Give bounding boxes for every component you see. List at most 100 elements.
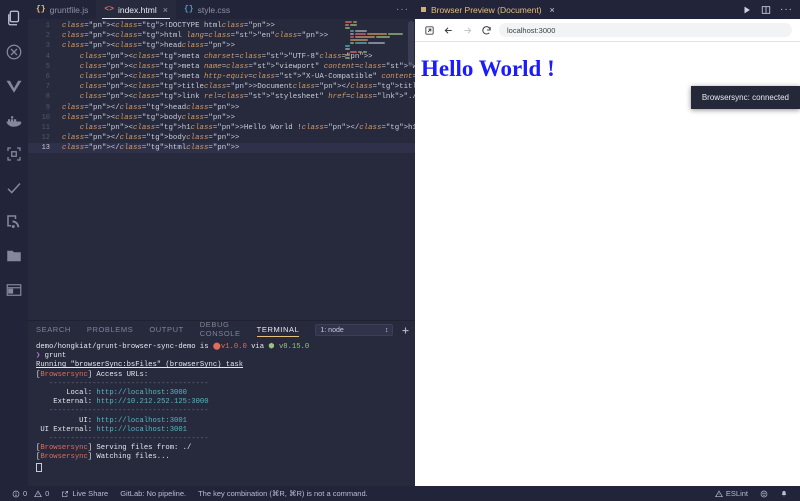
terminal-text: ] Watching files... [87,453,170,462]
terminal-text: http://10.212.252.125:3000 [96,398,209,407]
status-message: The key combination (⌘R, ⌘R) is not a co… [198,489,368,498]
code-line[interactable]: 12 class="pn"></class="tg">bodyclass="pn"… [28,133,415,143]
minimap-line [345,30,405,32]
browser-preview-panel: Browser Preview (Document) × ··· localho… [415,0,800,486]
minimap-line [345,48,405,50]
line-number: 1 [45,22,50,30]
line-number: 4 [45,52,50,61]
code-line[interactable]: 5 class="pn"><class="tg">meta name=class… [28,62,415,72]
terminal-text: http://localhost:3001 [96,425,187,434]
editor-scrollbar[interactable] [408,21,414,67]
status-eslint[interactable]: ESLint [709,489,754,498]
code-line[interactable]: 11 class="pn"><class="tg">h1class="pn">>… [28,123,415,133]
minimap-line [345,24,405,26]
docker-icon[interactable] [5,110,24,129]
minimap-line [345,57,405,59]
error-icon [12,490,20,498]
vscode-window: {} gruntfile.js <> index.html × {} style… [0,0,800,501]
panel-tab-output[interactable]: OUTPUT [149,325,183,336]
smiley-icon [760,490,768,498]
panel-tab-debug-console[interactable]: DEBUG CONSOLE [200,320,241,340]
todo-check-icon[interactable] [5,178,24,197]
panel-tab-search[interactable]: SEARCH [36,325,71,336]
tab-label: gruntfile.js [49,4,89,15]
tab-gruntfile-js[interactable]: {} gruntfile.js [28,0,96,19]
terminal-text: Browsersync [40,453,88,462]
terminal-output[interactable]: demo/hongkiat/grunt-browser-sync-demo is… [28,339,415,486]
preview-tab-bar: Browser Preview (Document) × ··· [415,0,800,19]
terminal-line: UI: http://localhost:3001 [36,417,407,426]
editor-tab-bar: {} gruntfile.js <> index.html × {} style… [28,0,415,19]
eslint-label: ESLint [725,489,748,498]
back-arrow-icon[interactable] [442,24,454,36]
terminal-text: UI: [36,416,97,425]
new-terminal-button[interactable] [400,325,411,336]
status-notifications[interactable] [774,490,794,498]
status-bar-right: ESLint [709,489,794,498]
terminal-text: ------------------------------------- [36,407,209,416]
open-external-icon[interactable] [423,24,435,36]
line-number: 8 [45,93,50,102]
tab-style-css[interactable]: {} style.css [176,0,238,19]
live-share-icon[interactable] [5,212,24,231]
preview-tab-label: Browser Preview (Document) [431,4,542,15]
panel-tab-problems[interactable]: PROBLEMS [87,325,133,336]
browsersync-toast: Browsersync: connected [690,86,800,109]
code-line[interactable]: 10 class="pn"><class="tg">bodyclass="pn">… [28,113,415,123]
code-line[interactable]: 6 class="pn"><class="tg">meta http-equiv… [28,72,415,82]
status-gitlab[interactable]: GitLab: No pipeline. [114,489,192,498]
terminal-text: ❯ [36,352,45,361]
editor-more-actions-button[interactable]: ··· [396,0,415,19]
close-icon[interactable]: × [550,5,555,15]
line-text: class="pn"><class="tg">html lang=class="… [62,32,329,41]
line-text: class="pn"><class="tg">link rel=class="s… [79,93,415,102]
line-number: 12 [41,134,50,143]
terminal-text: ------------------------------------- [36,379,209,388]
line-text: class="pn"><class="tg">!DOCTYPE htmlclas… [62,22,275,30]
more-actions-button[interactable]: ··· [780,4,793,15]
split-editor-button[interactable] [761,5,771,15]
vue-icon[interactable] [5,76,24,95]
terminal-line: Local: http://localhost:3000 [36,389,407,398]
browser-preview-icon[interactable] [5,280,24,299]
run-button[interactable] [742,5,752,15]
code-line[interactable]: 7 class="pn"><class="tg">titleclass="pn"… [28,82,415,92]
line-number: 10 [41,113,50,122]
chevron-updown-icon: ↕ [384,326,389,334]
code-line[interactable]: 9 class="pn"></class="tg">headclass="pn">… [28,103,415,113]
status-problems[interactable]: 0 0 [6,489,55,498]
line-text: class="pn"></class="tg">bodyclass="pn">> [62,134,240,143]
terminal-select-dropdown[interactable]: 1: node ↕ [315,324,394,336]
page-heading: Hello World ! [421,56,555,81]
line-text: class="pn"><class="tg">h1class="pn">>Hel… [79,123,415,132]
terminal-text: http://localhost:3000 [96,389,187,398]
debug-disabled-icon[interactable] [5,42,24,61]
code-editor[interactable]: 1 class="pn"><class="tg">!DOCTYPE htmlcla… [28,19,415,320]
minimap-line [345,21,405,23]
status-feedback[interactable] [754,490,774,498]
terminal-line: demo/hongkiat/grunt-browser-sync-demo is… [36,343,407,352]
terminal-text: ------------------------------------- [36,435,209,444]
minimap[interactable] [345,21,405,61]
folder-icon[interactable] [5,246,24,265]
reload-icon[interactable] [480,24,492,36]
terminal-text: via [246,343,269,351]
terminal-text: ] Access URLs: [87,370,149,379]
url-input[interactable]: localhost:3000 [499,23,792,37]
status-live-share[interactable]: Live Share [55,489,114,498]
tab-browser-preview[interactable]: Browser Preview (Document) × [421,5,555,15]
terminal-line: UI External: http://localhost:3001 [36,426,407,435]
explorer-icon[interactable] [5,8,24,27]
close-icon[interactable]: × [163,5,168,15]
terminal-text: http://localhost:3001 [96,416,187,425]
tab-index-html[interactable]: <> index.html × [96,0,176,19]
code-line[interactable]: 13 class="pn"></class="tg">htmlclass="pn"… [28,143,415,154]
terminal-select-value: 1: node [320,326,344,334]
minimap-line [345,27,405,29]
panel-tab-terminal[interactable]: TERMINAL [256,325,300,337]
code-line[interactable]: 8 class="pn"><class="tg">link rel=class=… [28,92,415,102]
line-number: 5 [45,62,50,71]
bell-icon [780,490,788,498]
remote-explorer-icon[interactable] [5,144,24,163]
tab-label: style.css [197,4,231,15]
